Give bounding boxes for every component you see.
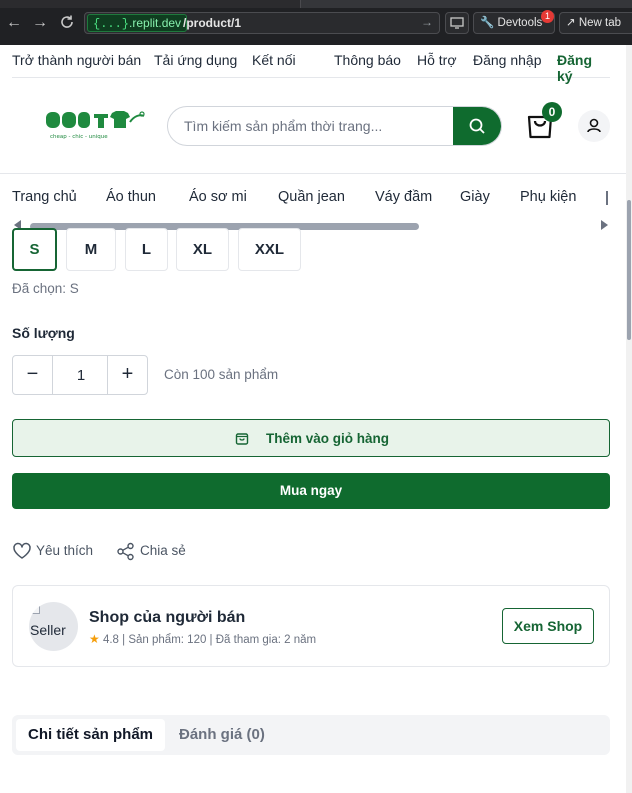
logo-tagline: cheap - chic - unique <box>50 134 108 140</box>
seller-avatar: Seller <box>29 602 78 651</box>
heart-icon <box>13 542 31 559</box>
page-scrollbar-thumb[interactable] <box>627 200 631 340</box>
scroll-right-arrow-icon[interactable] <box>601 220 608 230</box>
search-icon <box>469 118 485 134</box>
quantity-minus-button[interactable]: − <box>13 356 53 394</box>
connect-link[interactable]: Kết nối <box>252 52 296 68</box>
size-option-m[interactable]: M <box>66 228 116 271</box>
size-option-xxl[interactable]: XXL <box>238 228 301 271</box>
nav-item-home[interactable]: Trang chủ <box>12 189 77 205</box>
shopping-bag-icon <box>235 433 249 445</box>
seller-card: Seller Shop của người bán ★ 4.8 | Sản ph… <box>12 585 610 667</box>
stock-text: Còn 100 sản phẩm <box>164 367 279 382</box>
share-icon <box>117 542 134 561</box>
nav-item-shirt[interactable]: Áo sơ mi <box>189 189 247 205</box>
quantity-input[interactable]: 1 <box>53 356 109 394</box>
seller-avatar-alt: Seller <box>30 622 66 638</box>
size-option-s[interactable]: S <box>12 228 57 271</box>
add-to-cart-label: Thêm vào giỏ hàng <box>266 431 390 446</box>
become-seller-link[interactable]: Trở thành người bán <box>12 52 141 68</box>
product-tabs: Chi tiết sản phẩm Đánh giá (0) <box>12 715 610 755</box>
size-option-xl[interactable]: XL <box>176 228 229 271</box>
top-utility-bar: Trở thành người bán Tải ứng dụng Kết nối… <box>12 45 610 84</box>
back-icon[interactable]: ← <box>5 14 23 32</box>
buy-now-button[interactable]: Mua ngay <box>12 473 610 509</box>
go-arrow-icon[interactable]: → <box>421 15 433 29</box>
broken-image-icon <box>31 605 40 614</box>
nav-item-accessories[interactable]: Phụ kiện <box>520 189 576 205</box>
quantity-label: Số lượng <box>12 325 75 341</box>
search-box <box>167 106 502 146</box>
nav-item-shoes[interactable]: Giày <box>460 189 490 205</box>
quantity-plus-button[interactable]: + <box>107 356 147 394</box>
download-app-link[interactable]: Tải ứng dụng <box>154 52 237 68</box>
user-account-button[interactable] <box>578 110 610 142</box>
quantity-stepper: − 1 + <box>12 355 148 395</box>
view-shop-button[interactable]: Xem Shop <box>502 608 594 644</box>
favorite-label: Yêu thích <box>36 543 94 558</box>
external-link-icon: ↗ <box>566 17 576 29</box>
wrench-icon: 🔧 <box>480 17 495 29</box>
device-toggle-button[interactable] <box>445 12 469 34</box>
nav-item-dress[interactable]: Váy đầm <box>375 189 432 205</box>
cart-count-badge: 0 <box>542 102 562 122</box>
selected-size-text: Đã chọn: S <box>12 281 79 296</box>
browser-chrome: ← → {...}.replit.dev /product/1 → 🔧 Devt… <box>0 0 632 45</box>
register-link[interactable]: Đăng ký <box>557 52 610 84</box>
tab-reviews[interactable]: Đánh giá (0) <box>167 719 277 751</box>
user-icon <box>587 118 601 133</box>
forward-icon[interactable]: → <box>31 14 49 32</box>
seller-rating: 4.8 <box>102 634 119 646</box>
star-icon: ★ <box>89 632 100 646</box>
login-link[interactable]: Đăng nhập <box>473 52 542 68</box>
size-option-l[interactable]: L <box>125 228 168 271</box>
tab-strip <box>0 0 632 8</box>
search-input[interactable] <box>168 107 455 145</box>
site-logo[interactable]: cheap - chic - unique <box>44 104 146 146</box>
add-to-cart-button[interactable]: Thêm vào giỏ hàng <box>12 419 610 457</box>
nav-item-overflow <box>606 191 608 205</box>
support-link[interactable]: Hỗ trợ <box>417 52 457 68</box>
seller-stats: | Sản phẩm: 120 | Đã tham gia: 2 năm <box>122 634 317 646</box>
nav-item-jeans[interactable]: Quần jean <box>278 189 345 205</box>
search-button[interactable] <box>453 107 501 145</box>
notifications-link[interactable]: Thông báo <box>334 52 401 68</box>
url-path: /product/1 <box>183 16 242 30</box>
seller-name: Shop của người bán <box>89 609 246 626</box>
address-bar[interactable]: {...}.replit.dev /product/1 → <box>84 12 440 34</box>
page-scrollbar[interactable] <box>626 45 632 793</box>
devtools-badge: 1 <box>541 10 554 23</box>
reload-icon[interactable] <box>58 14 76 32</box>
tab-product-details[interactable]: Chi tiết sản phẩm <box>16 719 166 751</box>
url-host-badge: {...}.replit.dev <box>87 14 188 32</box>
new-tab-button[interactable]: ↗ New tab <box>559 12 632 34</box>
seller-meta: ★ 4.8 | Sản phẩm: 120 | Đã tham gia: 2 n… <box>89 632 316 646</box>
nav-item-tshirt[interactable]: Áo thun <box>106 189 156 205</box>
share-label: Chia sẻ <box>140 543 186 558</box>
